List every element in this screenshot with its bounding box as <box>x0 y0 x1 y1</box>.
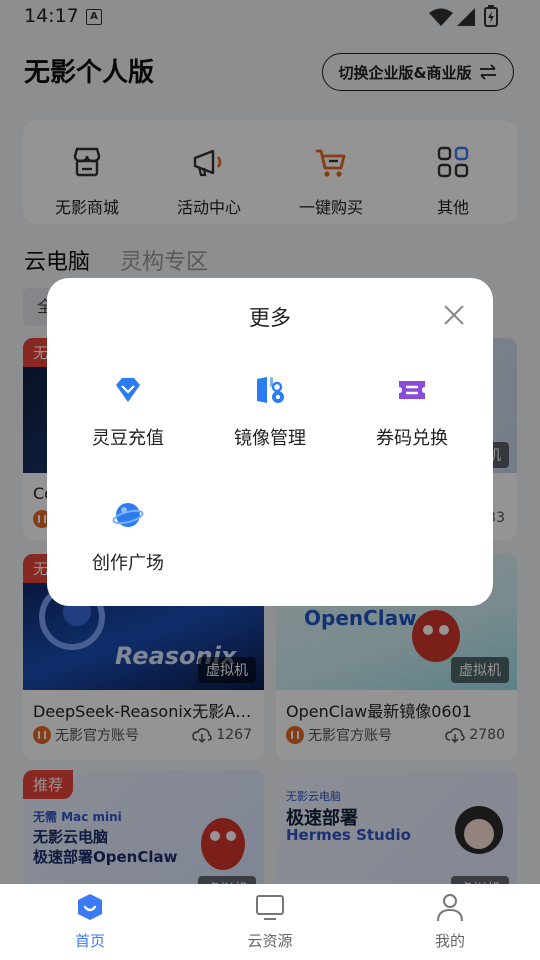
coupon-icon <box>399 381 425 399</box>
dialog-item-image-manage[interactable]: 镜像管理 <box>205 374 335 450</box>
dialog-item-creation-plaza[interactable]: 创作广场 <box>63 499 193 575</box>
dialog-item-coupon[interactable]: 券码兑换 <box>347 374 477 450</box>
nav-profile[interactable]: 我的 <box>390 892 510 951</box>
nav-label: 首页 <box>74 932 105 950</box>
bottom-nav: 首页 云资源 我的 <box>0 884 540 960</box>
nav-label: 云资源 <box>247 932 293 950</box>
dialog-item-label: 镜像管理 <box>234 428 306 449</box>
home-icon <box>78 894 102 920</box>
dialog-item-label: 创作广场 <box>92 553 164 574</box>
more-dialog: 更多 灵豆充值 镜像管理 券码兑换 创作广场 <box>47 278 493 606</box>
dialog-item-label: 灵豆充值 <box>92 428 164 449</box>
user-icon <box>437 894 463 922</box>
planet-icon <box>112 503 144 527</box>
nav-label: 我的 <box>434 932 465 950</box>
nav-home[interactable]: 首页 <box>30 892 150 951</box>
close-icon[interactable] <box>443 304 465 326</box>
nav-cloud-resources[interactable]: 云资源 <box>210 892 330 951</box>
dialog-title: 更多 <box>249 306 291 330</box>
dialog-item-recharge[interactable]: 灵豆充值 <box>63 374 193 450</box>
monitor-icon <box>256 895 284 920</box>
image-manage-icon <box>257 377 284 403</box>
dialog-item-label: 券码兑换 <box>376 428 448 449</box>
diamond-icon <box>116 378 140 402</box>
